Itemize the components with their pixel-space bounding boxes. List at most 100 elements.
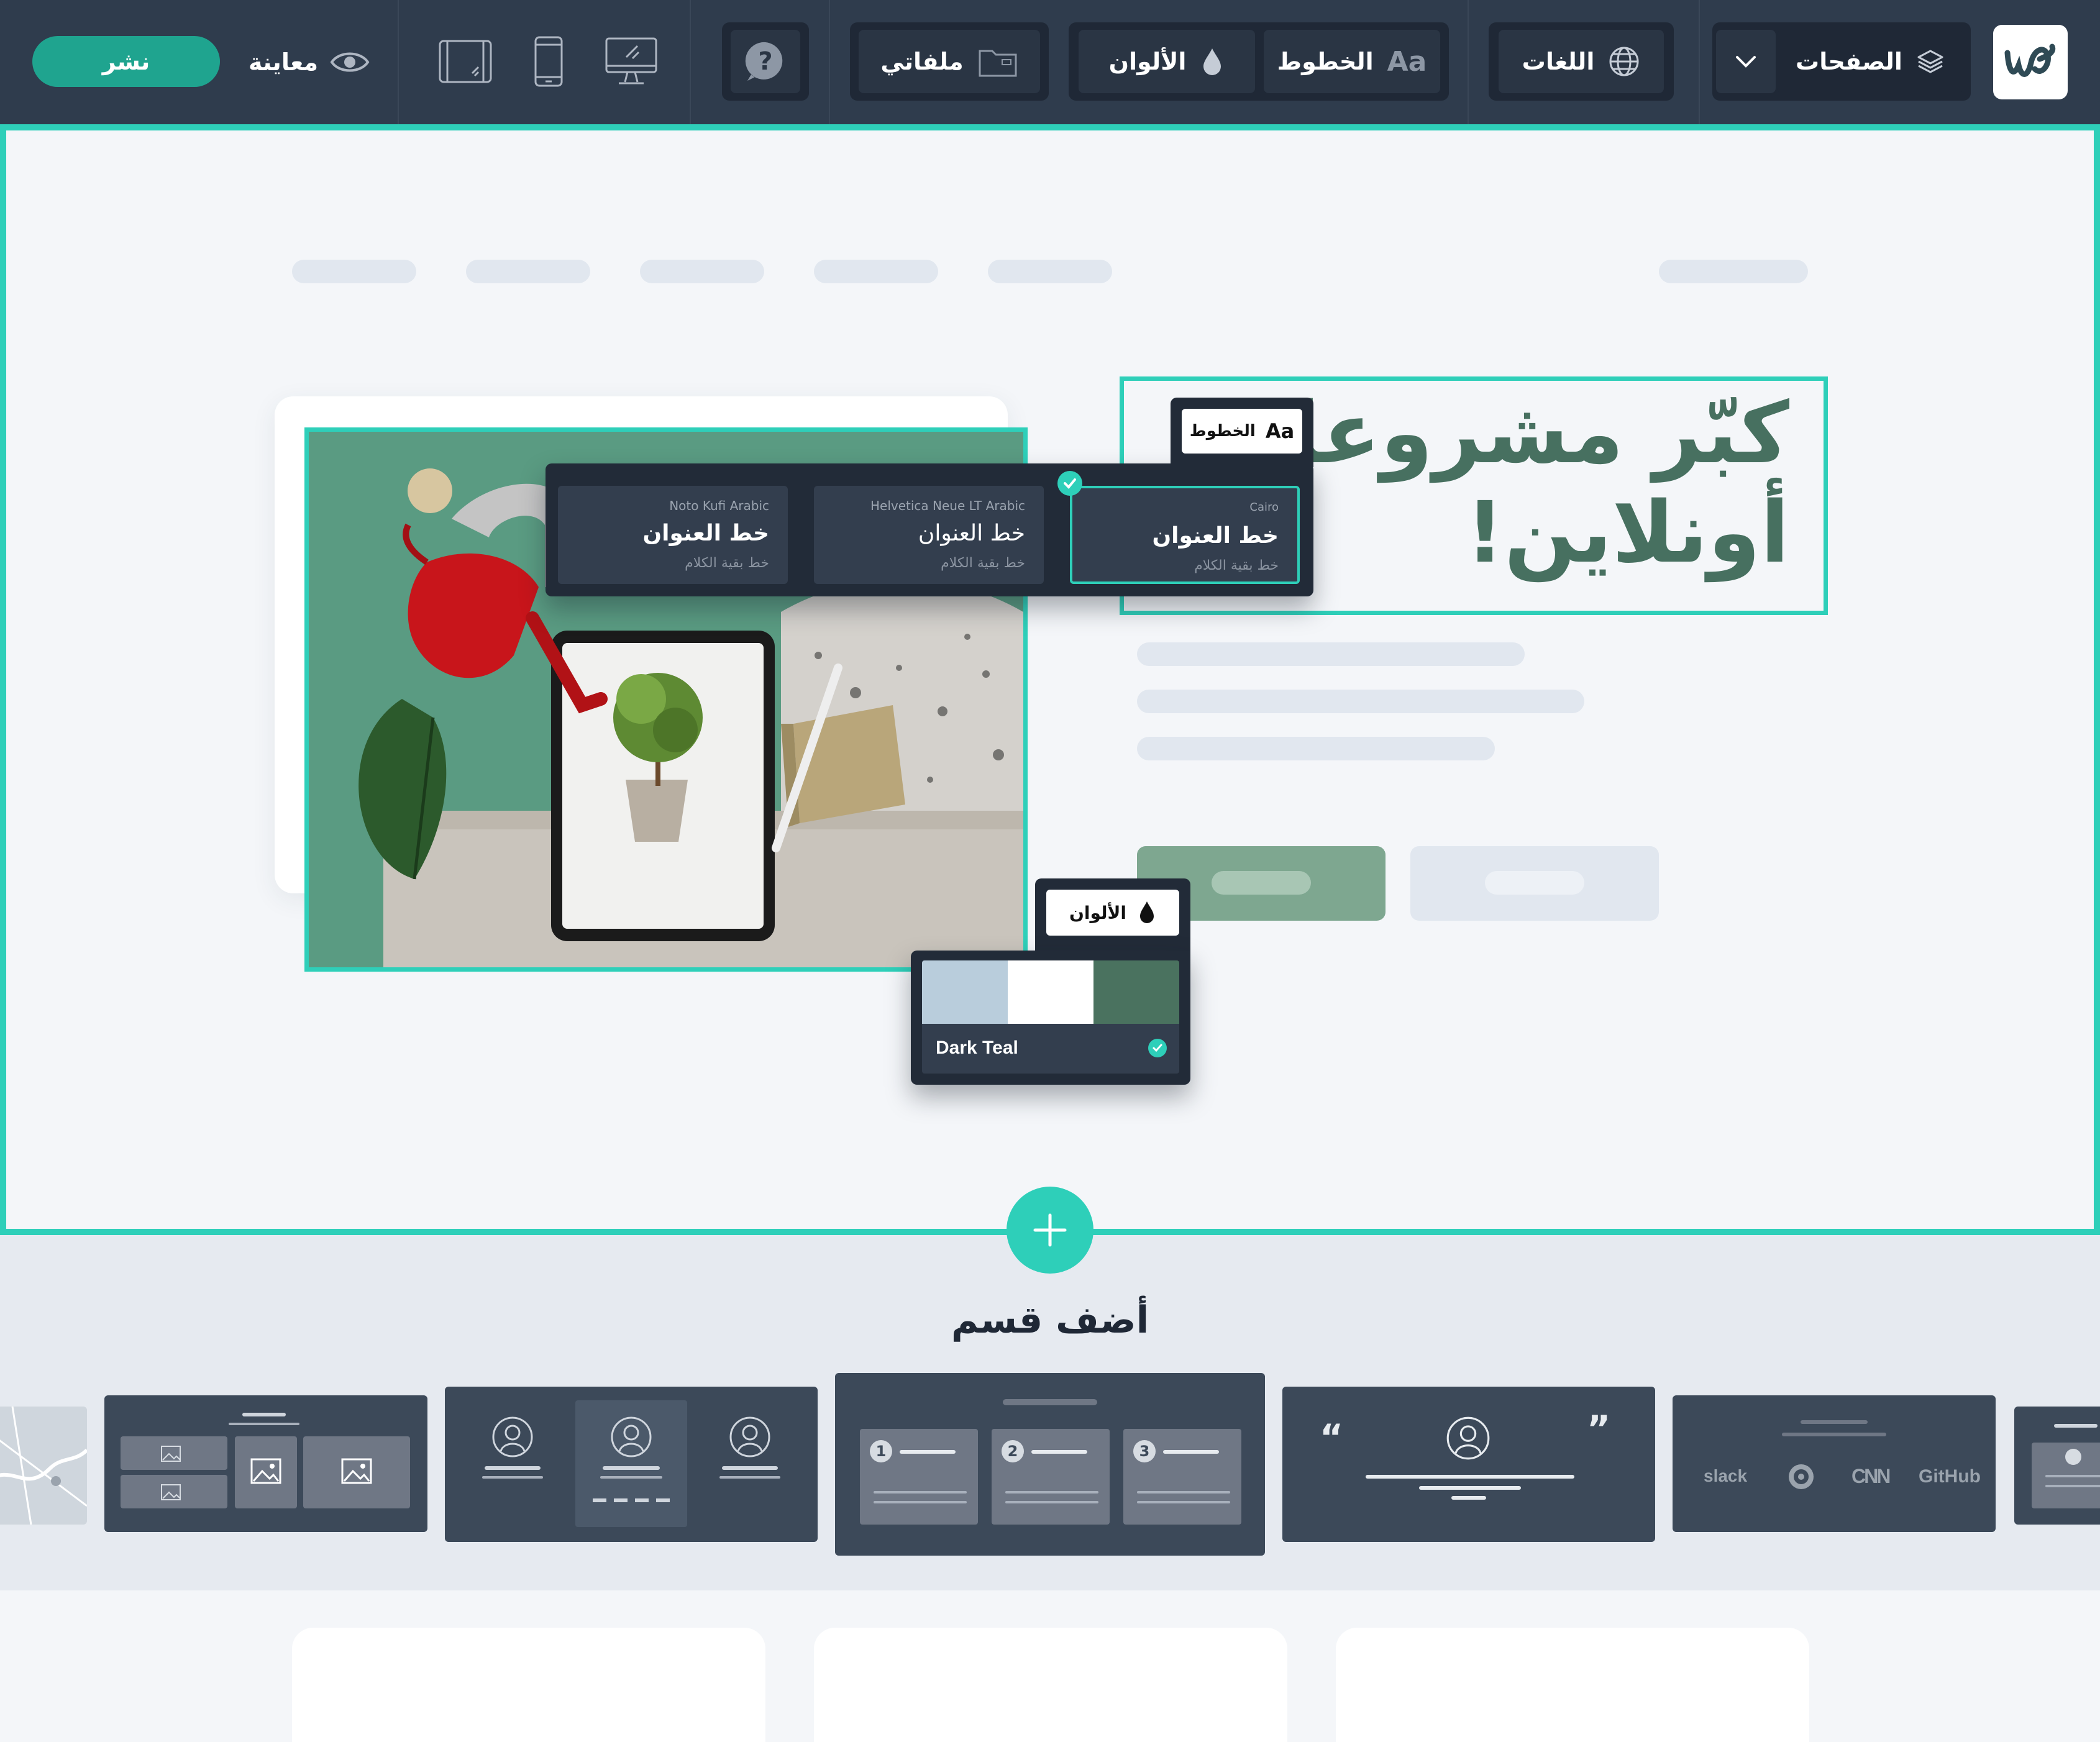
line-placeholder	[1366, 1475, 1574, 1479]
avatar-icon	[1446, 1416, 1490, 1460]
font-glyph-icon: Aa	[1387, 45, 1427, 78]
section-thumb-pricing[interactable]	[2014, 1407, 2100, 1525]
font-option-sub: خط بقية الكلام	[941, 555, 1025, 571]
svg-text:?: ?	[758, 47, 772, 76]
section-thumb-steps[interactable]: 1 2 3	[835, 1373, 1265, 1556]
help-button[interactable]: ?	[731, 30, 800, 93]
line-placeholder	[2045, 1475, 2100, 1477]
font-option-title: خط العنوان	[918, 521, 1025, 546]
content-card-placeholder	[1336, 1628, 1809, 1742]
files-button[interactable]: ملفاتي	[859, 30, 1040, 93]
section-thumb-gallery[interactable]	[104, 1395, 427, 1532]
dashed-line-placeholder	[593, 1498, 670, 1502]
color-swatch	[1008, 960, 1093, 1024]
font-option-title: خط العنوان	[642, 521, 769, 546]
mobile-view-button[interactable]	[532, 35, 565, 88]
image-icon	[161, 1446, 181, 1462]
palette-option[interactable]: Dark Teal	[922, 960, 1179, 1074]
plus-icon	[1033, 1213, 1067, 1247]
line-placeholder	[719, 1476, 780, 1479]
toolbar-divider	[690, 0, 691, 124]
nav-placeholder	[466, 260, 590, 283]
section-thumb-logos[interactable]: slack CNN GitHub	[1673, 1395, 1996, 1532]
step-number: 3	[1133, 1440, 1156, 1462]
preview-button[interactable]: معاينة	[249, 37, 373, 87]
toolbar-divider	[1468, 0, 1469, 124]
eye-icon	[330, 52, 370, 72]
cta-label-placeholder	[1212, 871, 1311, 895]
nav-placeholder	[814, 260, 938, 283]
line-placeholder	[1782, 1433, 1886, 1436]
price-icon	[2065, 1449, 2081, 1465]
section-thumb-map[interactable]	[0, 1407, 87, 1525]
section-thumb-team[interactable]	[445, 1387, 818, 1542]
add-section-title: أضف قسم	[951, 1298, 1149, 1342]
nav-placeholder	[292, 260, 416, 283]
publish-button[interactable]: نشر	[32, 36, 220, 87]
logo-mark-icon	[2004, 43, 2056, 77]
line-placeholder	[2054, 1424, 2098, 1428]
fonts-tag[interactable]: الخطوط Aa	[1171, 398, 1313, 467]
desktop-icon	[605, 37, 657, 84]
logo[interactable]	[1993, 25, 2068, 99]
text-placeholder	[1137, 642, 1525, 666]
avatar-icon	[611, 1416, 652, 1457]
colors-button[interactable]: الألوان	[1079, 30, 1255, 93]
section-thumb-testimonial[interactable]: “ ”	[1282, 1387, 1655, 1542]
line-placeholder	[1031, 1450, 1087, 1454]
font-option-sub: خط بقية الكلام	[685, 555, 769, 571]
line-placeholder	[1003, 1399, 1097, 1405]
pages-dropdown[interactable]	[1716, 30, 1776, 93]
tablet-view-button[interactable]	[437, 37, 493, 86]
colors-tag[interactable]: الألوان	[1035, 878, 1190, 953]
step-number: 2	[1002, 1440, 1024, 1462]
avatar-icon	[492, 1416, 533, 1457]
help-icon: ?	[745, 42, 783, 81]
text-placeholder	[1137, 737, 1495, 760]
check-badge-icon	[1148, 1039, 1167, 1057]
image-icon	[341, 1458, 372, 1484]
languages-button[interactable]: اللغات	[1499, 30, 1664, 93]
add-section-button[interactable]	[1007, 1187, 1093, 1274]
logo-cnn: CNN	[1851, 1465, 1891, 1487]
quote-open-icon: “	[1320, 1416, 1344, 1459]
fonts-label: الخطوط	[1277, 48, 1374, 75]
line-placeholder	[242, 1413, 286, 1416]
pages-label: الصفحات	[1796, 48, 1902, 75]
toolbar-divider	[398, 0, 399, 124]
colors-tag-inner: الألوان	[1046, 890, 1179, 936]
text-placeholder	[1137, 690, 1584, 713]
line-placeholder	[600, 1476, 662, 1479]
logo-slack: slack	[1704, 1466, 1748, 1485]
top-toolbar: الصفحات اللغات الخطوط Aa الألوان ملفاتي …	[0, 0, 2100, 124]
font-option[interactable]: Noto Kufi Arabic خط العنوان خط بقية الكل…	[558, 486, 788, 584]
colors-label: الألوان	[1108, 48, 1187, 75]
line-placeholder	[1451, 1496, 1486, 1500]
line-placeholder	[722, 1466, 778, 1470]
line-placeholder	[603, 1466, 660, 1470]
nav-placeholder	[988, 260, 1112, 283]
languages-label: اللغات	[1522, 48, 1595, 75]
drop-icon	[1140, 901, 1154, 923]
preview-label: معاينة	[249, 48, 319, 76]
nav-placeholder	[640, 260, 764, 283]
folder-icon	[979, 50, 1017, 77]
mobile-icon	[534, 36, 563, 87]
palette-swatches	[922, 960, 1179, 1024]
line-placeholder	[874, 1491, 967, 1493]
fonts-button[interactable]: الخطوط Aa	[1264, 30, 1440, 93]
font-option-selected[interactable]: Cairo خط العنوان خط بقية الكلام	[1070, 486, 1300, 584]
desktop-view-button[interactable]	[603, 35, 660, 88]
pages-button[interactable]: الصفحات	[1777, 30, 1963, 93]
palette-name: Dark Teal	[936, 1037, 1018, 1058]
line-placeholder	[1005, 1501, 1098, 1503]
cta-label-placeholder	[1485, 871, 1584, 895]
secondary-cta-placeholder[interactable]	[1410, 846, 1659, 921]
logo-github: GitHub	[1919, 1466, 1981, 1487]
line-placeholder	[2045, 1485, 2100, 1487]
font-option-name: Noto Kufi Arabic	[669, 498, 769, 513]
font-option[interactable]: Helvetica Neue LT Arabic خط العنوان خط ب…	[814, 486, 1044, 584]
line-placeholder	[485, 1466, 541, 1470]
layers-icon	[1917, 50, 1943, 73]
color-swatch	[1093, 960, 1179, 1024]
